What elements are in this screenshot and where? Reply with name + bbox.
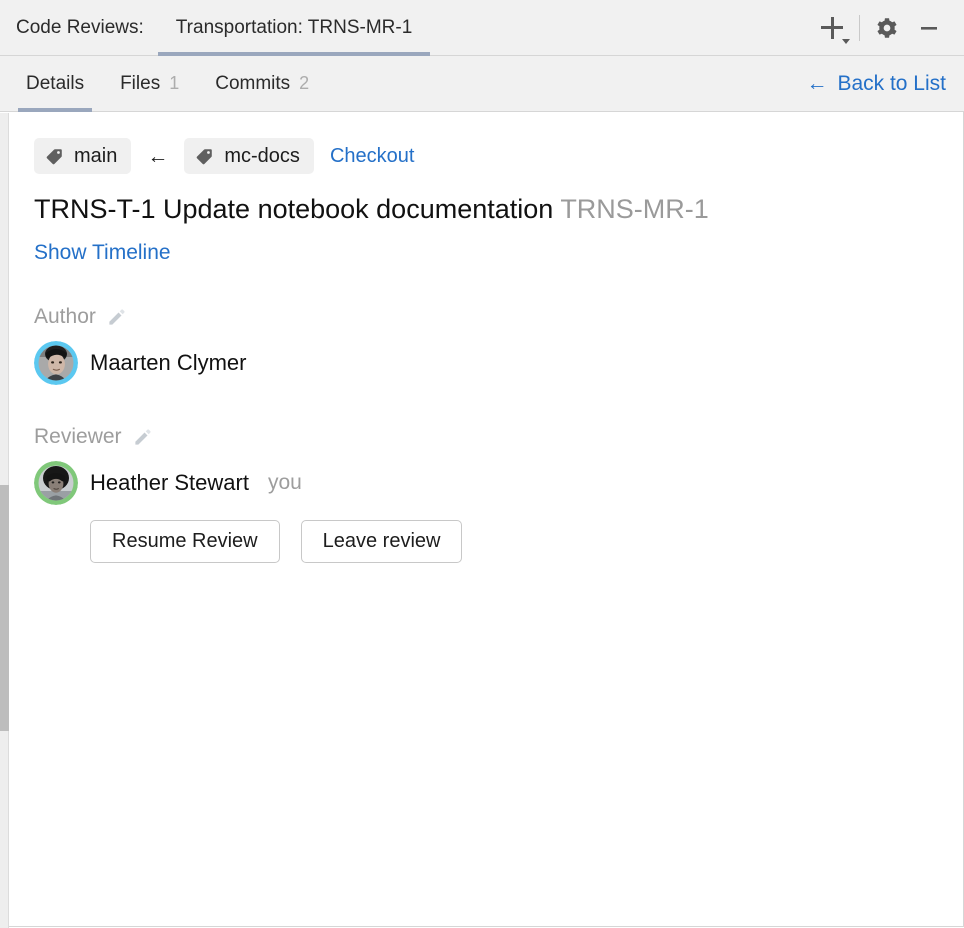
settings-button[interactable] [866, 7, 908, 49]
pencil-icon[interactable] [107, 308, 126, 327]
tag-icon [197, 148, 213, 164]
tab-commits-count: 2 [299, 73, 310, 93]
target-branch-chip[interactable]: main [34, 138, 132, 174]
tab-commits[interactable]: Commits 2 [197, 56, 327, 112]
branch-row: main ← mc-docs Checkout [34, 138, 963, 174]
toolbar-divider [859, 14, 860, 41]
leave-review-button[interactable]: Leave review [300, 520, 463, 563]
reviewer-row: Heather Stewart you [34, 461, 963, 505]
tab-details-label: Details [26, 72, 85, 94]
reviewer-avatar-image [34, 461, 78, 505]
author-avatar-image [34, 341, 78, 385]
source-branch-chip[interactable]: mc-docs [184, 138, 314, 174]
author-name: Maarten Clymer [90, 350, 247, 375]
reviewer-label-text: Reviewer [34, 425, 122, 448]
plus-icon [821, 16, 843, 39]
scrollbar-thumb[interactable] [0, 485, 9, 731]
avatar[interactable] [34, 341, 78, 385]
reviewer-you-badge: you [267, 471, 302, 494]
tab-files-count: 1 [169, 73, 180, 93]
tab-details[interactable]: Details [8, 56, 102, 112]
avatar[interactable] [34, 461, 78, 505]
source-branch-label: mc-docs [224, 144, 300, 167]
review-tab-bar: Details Files 1 Commits 2 ← Back to List [0, 56, 964, 112]
reviewer-actions: Resume Review Leave review [90, 520, 963, 563]
branch-arrow-left-icon: ← [147, 144, 169, 168]
window-title-bar: Code Reviews: Transportation: TRNS-MR-1 [0, 0, 964, 56]
review-id: TRNS-MR-1 [560, 194, 709, 224]
tag-icon [46, 148, 62, 164]
minimize-button[interactable] [908, 7, 950, 49]
show-timeline-link[interactable]: Show Timeline [34, 241, 171, 265]
target-branch-label: main [74, 144, 118, 167]
review-details-content: main ← mc-docs Checkout TRNS-T-1 Update … [0, 112, 964, 927]
code-review-panel: Code Reviews: Transportation: TRNS-MR-1 [0, 0, 964, 928]
window-tab-label: Transportation: TRNS-MR-1 [175, 16, 413, 38]
panel-label: Code Reviews: [16, 16, 144, 38]
author-row: Maarten Clymer [34, 341, 963, 385]
author-field-label: Author [34, 305, 963, 329]
window-tab-transportation[interactable]: Transportation: TRNS-MR-1 [157, 0, 431, 56]
arrow-left-icon: ← [806, 72, 828, 95]
tab-files[interactable]: Files 1 [102, 56, 197, 112]
back-to-list-link[interactable]: ← Back to List [806, 72, 946, 96]
window-actions [811, 0, 964, 56]
minimize-icon [921, 26, 937, 30]
tab-commits-label: Commits [215, 72, 291, 94]
author-label-text: Author [34, 305, 96, 328]
add-review-button[interactable] [811, 7, 853, 49]
checkout-link[interactable]: Checkout [330, 145, 415, 168]
chevron-down-icon [842, 38, 850, 44]
reviewer-name: Heather Stewart [90, 470, 249, 495]
tab-files-label: Files [120, 72, 161, 94]
review-title: TRNS-T-1 Update notebook documentation T… [34, 194, 963, 225]
review-title-text: TRNS-T-1 Update notebook documentation [34, 194, 554, 224]
back-to-list-label: Back to List [837, 71, 946, 95]
resume-review-button[interactable]: Resume Review [90, 520, 280, 563]
reviewer-field-label: Reviewer [34, 425, 963, 449]
gear-icon [877, 17, 897, 38]
pencil-icon[interactable] [133, 428, 152, 447]
vertical-scrollbar[interactable] [0, 113, 9, 928]
